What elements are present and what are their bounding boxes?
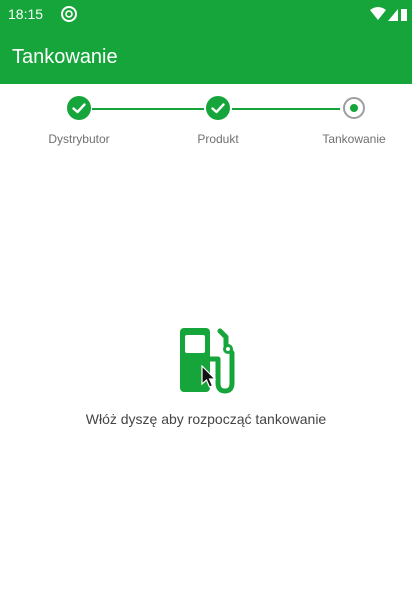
app-notification-icon (61, 6, 77, 22)
progress-stepper: Dystrybutor Produkt Tankowanie (0, 92, 412, 152)
battery-icon (401, 9, 407, 21)
step-label-tankowanie: Tankowanie (322, 132, 386, 146)
page-title: Tankowanie (12, 46, 118, 68)
signal-icon (388, 9, 398, 21)
pump-illustration (170, 325, 242, 395)
status-system-icons (370, 7, 407, 21)
stepper-connector-1 (92, 108, 204, 110)
stepper-connector-2 (232, 108, 340, 110)
status-bar: 18:15 (0, 0, 412, 30)
step-label-produkt: Produkt (197, 132, 239, 146)
wifi-icon (370, 7, 386, 20)
app-bar: 18:15 Tankowanie (0, 0, 412, 84)
step-done-check-icon (206, 96, 230, 120)
step-done-check-icon (67, 96, 91, 120)
nozzle-instruction: Włóż dyszę aby rozpocząć tankowanie (0, 325, 412, 427)
step-current-radio-icon (343, 97, 365, 119)
mouse-cursor-icon (201, 365, 217, 388)
status-time: 18:15 (8, 6, 44, 22)
instruction-text: Włóż dyszę aby rozpocząć tankowanie (85, 411, 327, 427)
step-label-dystrybutor: Dystrybutor (48, 132, 110, 146)
